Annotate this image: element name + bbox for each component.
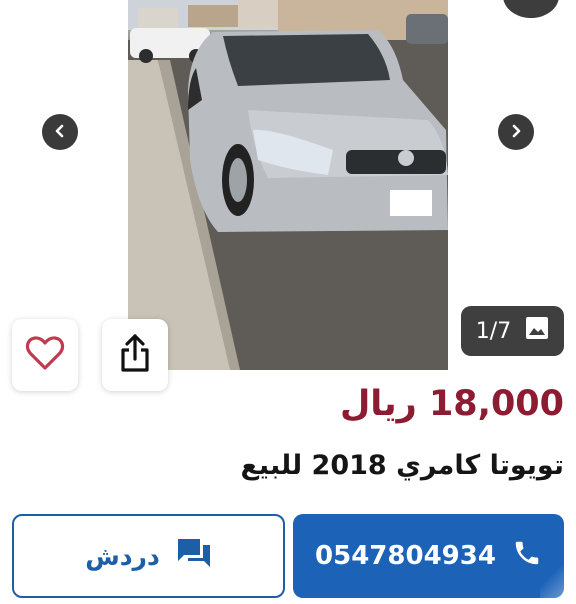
listing-price: 18,000 ريال bbox=[339, 384, 564, 424]
car-photo[interactable] bbox=[128, 0, 448, 370]
image-gallery[interactable]: 1/7 bbox=[0, 0, 576, 391]
next-image-button[interactable] bbox=[498, 114, 534, 150]
image-counter-text: 1/7 bbox=[475, 318, 512, 344]
share-icon bbox=[118, 333, 152, 377]
call-button[interactable]: 0547804934 bbox=[293, 514, 564, 598]
chevron-left-icon bbox=[53, 123, 67, 142]
chat-label: دردش bbox=[85, 541, 160, 571]
image-counter[interactable]: 1/7 bbox=[461, 306, 564, 356]
chat-bubble-icon bbox=[176, 537, 212, 575]
chat-button[interactable]: دردش bbox=[12, 514, 285, 598]
share-button[interactable] bbox=[102, 319, 168, 391]
top-overlay-button[interactable] bbox=[503, 0, 559, 18]
image-icon bbox=[525, 316, 549, 346]
favorite-button[interactable] bbox=[12, 319, 78, 391]
listing-title: تويوتا كامري 2018 للبيع bbox=[240, 450, 564, 481]
heart-outline-icon bbox=[25, 335, 65, 375]
phone-icon bbox=[512, 538, 542, 575]
phone-number: 0547804934 bbox=[315, 541, 496, 571]
previous-image-button[interactable] bbox=[42, 114, 78, 150]
chevron-right-icon bbox=[509, 123, 523, 142]
